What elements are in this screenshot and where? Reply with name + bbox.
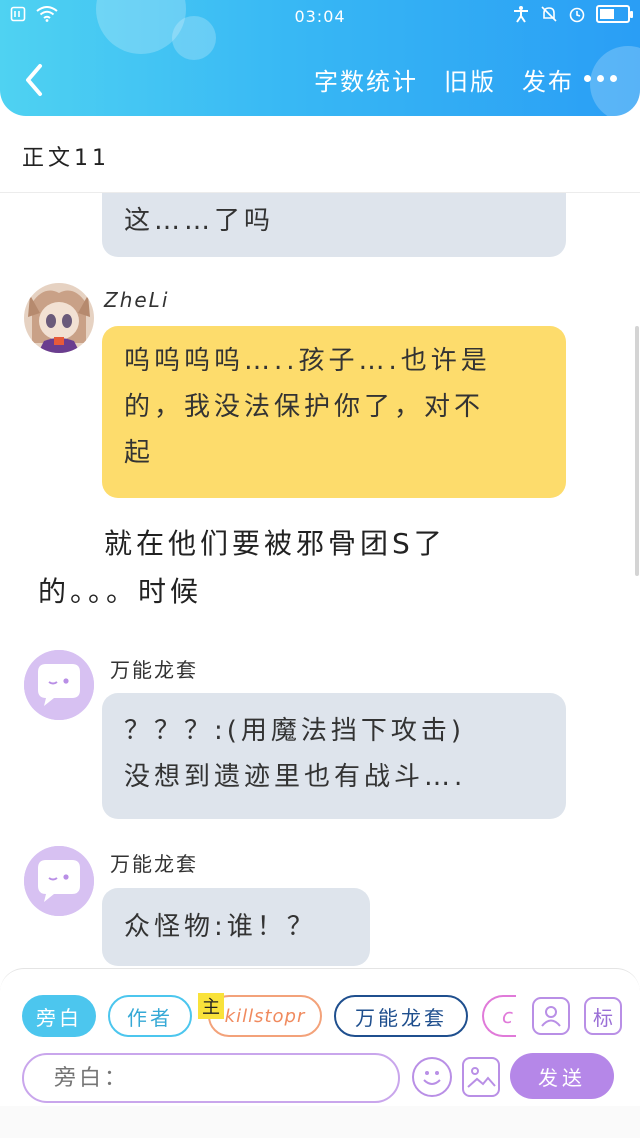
mute-bell-icon — [541, 6, 557, 22]
message-line: 众怪物:谁！？ — [124, 912, 317, 942]
character-portrait-icon — [24, 283, 94, 353]
status-bar: 03:04 — [0, 0, 640, 32]
host-badge: 主 — [198, 993, 224, 1019]
image-icon — [467, 1067, 496, 1088]
tag-button[interactable]: 标 — [584, 997, 622, 1035]
message-bubble[interactable]: 这……了吗 — [102, 193, 566, 257]
speaker-name: ZheLi — [104, 288, 170, 312]
smiley-icon — [423, 1071, 441, 1085]
avatar[interactable] — [24, 846, 94, 916]
accessibility-icon — [514, 6, 528, 23]
chat-bubble-avatar-icon — [24, 650, 94, 720]
back-button[interactable] — [20, 60, 50, 100]
role-chip-author[interactable]: 作者 — [108, 995, 192, 1037]
chat-bubble-avatar-icon — [24, 846, 94, 916]
emoji-button[interactable] — [412, 1057, 452, 1097]
message-bubble[interactable]: 众怪物:谁！？ — [102, 888, 370, 966]
message-bubble[interactable]: ？？？:(用魔法挡下攻击) 没想到遗迹里也有战斗…. — [102, 693, 566, 819]
chat-area[interactable]: 这……了吗 ZheLi 呜呜呜呜…..孩子….也许是 的，我没法保护你了，对不 … — [0, 193, 640, 968]
role-chip-extra[interactable]: 万能龙套 — [334, 995, 468, 1037]
alarm-icon — [569, 7, 585, 23]
scrollbar[interactable] — [635, 326, 639, 576]
chapter-title: 正文11 — [22, 146, 110, 171]
old-version-button[interactable]: 旧版 — [444, 62, 496, 97]
message-line: 的，我没法保护你了，对不 — [124, 392, 485, 422]
message-line: 没想到遗迹里也有战斗…. — [124, 762, 467, 792]
message-input[interactable] — [22, 1053, 400, 1103]
user-icon — [541, 1006, 561, 1027]
message-line: ？？？:(用魔法挡下攻击) — [124, 716, 466, 746]
send-button[interactable]: 发送 — [510, 1053, 614, 1099]
message-bubble[interactable]: 呜呜呜呜…..孩子….也许是 的，我没法保护你了，对不 起 — [102, 326, 566, 498]
role-chip-narration[interactable]: 旁白 — [22, 995, 96, 1037]
message-text: 这……了吗 — [124, 206, 275, 236]
speaker-name: 万能龙套 — [110, 852, 198, 876]
role-chip-partial[interactable]: ch — [482, 995, 516, 1037]
message-line: 呜呜呜呜…..孩子….也许是 — [124, 346, 491, 376]
publish-button[interactable]: 发布 — [522, 62, 574, 97]
speaker-name: 万能龙套 — [110, 658, 198, 682]
word-count-button[interactable]: 字数统计 — [314, 62, 418, 97]
tag-label: 标 — [593, 1005, 613, 1030]
top-bar: 03:04 字数统计 旧版 发布 — [0, 0, 640, 116]
narration-line: 就在他们要被邪骨团S了 — [104, 527, 446, 560]
avatar[interactable] — [24, 650, 94, 720]
role-manage-button[interactable] — [532, 997, 570, 1035]
composer-panel: 旁白 作者 killstopr 主 万能龙套 ch 标 发送 — [0, 968, 640, 1106]
image-button[interactable] — [462, 1057, 500, 1097]
avatar[interactable] — [24, 283, 94, 353]
more-options-button[interactable] — [584, 68, 620, 88]
bottom-bar — [0, 1106, 640, 1138]
message-line: 起 — [124, 438, 155, 468]
role-chip-killstopr[interactable]: killstopr — [208, 995, 322, 1037]
battery-icon — [596, 5, 633, 23]
narration-line: 的。。。时候 — [38, 575, 203, 608]
